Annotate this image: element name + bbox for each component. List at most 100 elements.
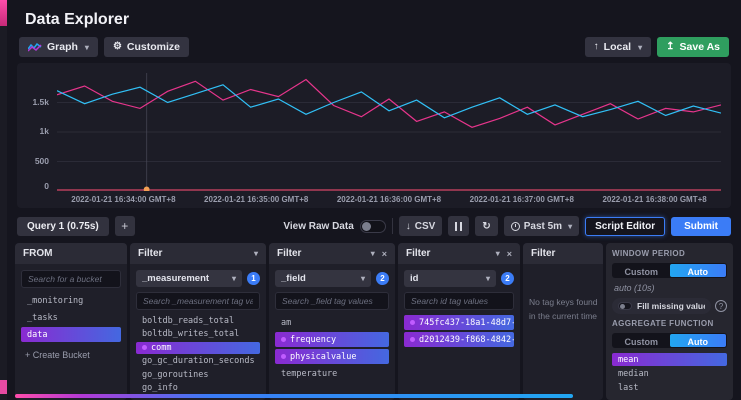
tag-value-item[interactable]: go_gc_duration_seconds (136, 356, 260, 368)
measurement-search-input[interactable] (136, 292, 260, 310)
chevron-down-icon: ▾ (638, 43, 642, 52)
tag-value-item[interactable]: go_goroutines (136, 369, 260, 381)
divider (392, 218, 393, 234)
chevron-down-icon: ▾ (232, 274, 236, 283)
tag-value-item[interactable]: am (275, 315, 389, 330)
filter-title: Filter (138, 248, 162, 259)
window-period-segmented: Custom Auto (612, 263, 727, 278)
chevron-down-icon: ▾ (568, 222, 572, 231)
download-csv-button[interactable]: ↓ CSV (399, 216, 443, 236)
filter-title: Filter (406, 248, 430, 259)
function-item[interactable]: last (612, 382, 727, 394)
from-panel-header: FROM (15, 243, 127, 264)
filter-header[interactable]: Filter ▾ × (269, 243, 395, 264)
x-tick: 2022-01-21 16:37:00 GMT+8 (455, 195, 588, 204)
clock-icon (511, 222, 520, 231)
tag-value-item-selected[interactable]: frequency (275, 332, 389, 347)
bucket-search-input[interactable] (21, 270, 121, 288)
chevron-down-icon[interactable]: ▾ (496, 249, 500, 258)
bucket-item-selected[interactable]: data (21, 327, 121, 342)
app-window: Data Explorer Graph ▾ ⚙ Customize (0, 0, 741, 400)
selection-dot (410, 337, 415, 342)
nav-rail-accent-bottom (0, 380, 7, 394)
refresh-button[interactable]: ↻ (475, 216, 497, 236)
chevron-down-icon[interactable]: ▾ (254, 249, 258, 258)
visualization-type-dropdown[interactable]: Graph ▾ (19, 37, 98, 57)
window-custom-button[interactable]: Custom (613, 264, 670, 277)
filter-header[interactable]: Filter ▾ × (398, 243, 520, 264)
aggregate-auto-button[interactable]: Auto (670, 334, 727, 347)
x-tick: 2022-01-21 16:36:00 GMT+8 (323, 195, 456, 204)
save-as-button[interactable]: ↥ Save As (657, 37, 729, 57)
tag-value-item[interactable]: boltdb_reads_total (136, 315, 260, 327)
bucket-item[interactable]: _tasks (21, 310, 121, 325)
filter-title: Filter (277, 248, 301, 259)
tag-value-item[interactable]: temperature (275, 366, 389, 381)
pause-icon (455, 222, 462, 231)
filter-panel-id: Filter ▾ × id ▾ 2 (398, 243, 520, 400)
chart-panel: 1.5k 1k 500 0 2022-01-21 16:34:00 GMT+8 … (17, 63, 731, 208)
customize-button[interactable]: ⚙ Customize (104, 37, 189, 57)
window-auto-button[interactable]: Auto (670, 264, 727, 277)
query-tab[interactable]: Query 1 (0.75s) (17, 217, 109, 236)
tag-key-dropdown[interactable]: id ▾ (404, 270, 496, 287)
script-editor-button[interactable]: Script Editor (585, 217, 665, 236)
view-raw-data-toggle[interactable] (360, 220, 386, 233)
close-icon[interactable]: × (382, 249, 387, 259)
tag-value-item-selected[interactable]: 745fc437-18a1-48d7-98a6-7… (404, 315, 514, 330)
tag-value-item-selected[interactable]: d2012439-f868-4842-bfef-8… (404, 332, 514, 347)
tag-value-item[interactable]: go_info (136, 383, 260, 395)
window-period-hint: auto (10s) (612, 283, 727, 293)
function-panel: WINDOW PERIOD Custom Auto auto (10s) Fil… (606, 243, 733, 400)
pause-button[interactable] (448, 216, 469, 236)
fill-missing-values-toggle[interactable]: Fill missing values (612, 298, 711, 314)
tag-key-dropdown[interactable]: _measurement ▾ (136, 270, 242, 287)
tag-key-dropdown[interactable]: _field ▾ (275, 270, 371, 287)
filter-panel-field: Filter ▾ × _field ▾ 2 (269, 243, 395, 400)
customize-label: Customize (127, 41, 180, 53)
add-query-button[interactable]: + (115, 216, 135, 236)
chevron-down-icon[interactable]: ▾ (371, 249, 375, 258)
selected-count-badge: 2 (376, 272, 389, 285)
x-axis: 2022-01-21 16:34:00 GMT+8 2022-01-21 16:… (57, 195, 721, 204)
time-range-dropdown[interactable]: Past 5m ▾ (504, 216, 579, 236)
nav-rail[interactable] (0, 0, 7, 400)
function-item-selected[interactable]: mean (612, 353, 727, 365)
horizontal-scrollbar[interactable] (15, 394, 573, 398)
submit-button[interactable]: Submit (671, 217, 731, 236)
chevron-down-icon: ▾ (361, 274, 365, 283)
download-icon: ↓ (406, 221, 411, 232)
visualization-toolbar: Graph ▾ ⚙ Customize ↑ Local ▾ ↥ Save As (7, 31, 741, 63)
field-search-input[interactable] (275, 292, 389, 310)
x-tick: 2022-01-21 16:34:00 GMT+8 (57, 195, 190, 204)
view-raw-data-label: View Raw Data (283, 221, 353, 232)
filter-title: Filter (531, 248, 555, 259)
tag-value-item-selected[interactable]: physicalvalue (275, 349, 389, 364)
help-icon[interactable]: ? (715, 300, 727, 312)
filter-header[interactable]: Filter ▾ (130, 243, 266, 264)
bucket-item[interactable]: _monitoring (21, 293, 121, 308)
selection-dot (410, 320, 415, 325)
save-as-label: Save As (680, 41, 720, 53)
id-search-input[interactable] (404, 292, 514, 310)
selection-dot (142, 345, 147, 350)
aggregate-custom-button[interactable]: Custom (613, 334, 670, 347)
query-builder: FROM _monitoring _tasks data + Create Bu… (7, 241, 741, 400)
tag-value-item[interactable]: boltdb_writes_total (136, 329, 260, 341)
close-icon[interactable]: × (507, 249, 512, 259)
function-item[interactable]: median (612, 368, 727, 380)
gear-icon: ⚙ (113, 42, 122, 52)
selected-count-badge: 1 (247, 272, 260, 285)
from-panel: FROM _monitoring _tasks data + Create Bu… (15, 243, 127, 400)
tag-value-item-selected[interactable]: comm (136, 342, 260, 354)
y-axis: 1.5k 1k 500 0 (23, 73, 57, 191)
chevron-down-icon: ▾ (486, 274, 490, 283)
scope-dropdown[interactable]: ↑ Local ▾ (585, 37, 651, 57)
filter-header[interactable]: Filter (523, 243, 603, 264)
selection-dot (281, 354, 286, 359)
empty-filter-message: No tag keys found in the current time ra… (529, 296, 597, 323)
chart-plot[interactable] (57, 73, 721, 191)
nav-rail-accent-top (0, 0, 7, 26)
create-bucket-button[interactable]: + Create Bucket (21, 347, 121, 363)
save-icon: ↥ (666, 42, 674, 52)
